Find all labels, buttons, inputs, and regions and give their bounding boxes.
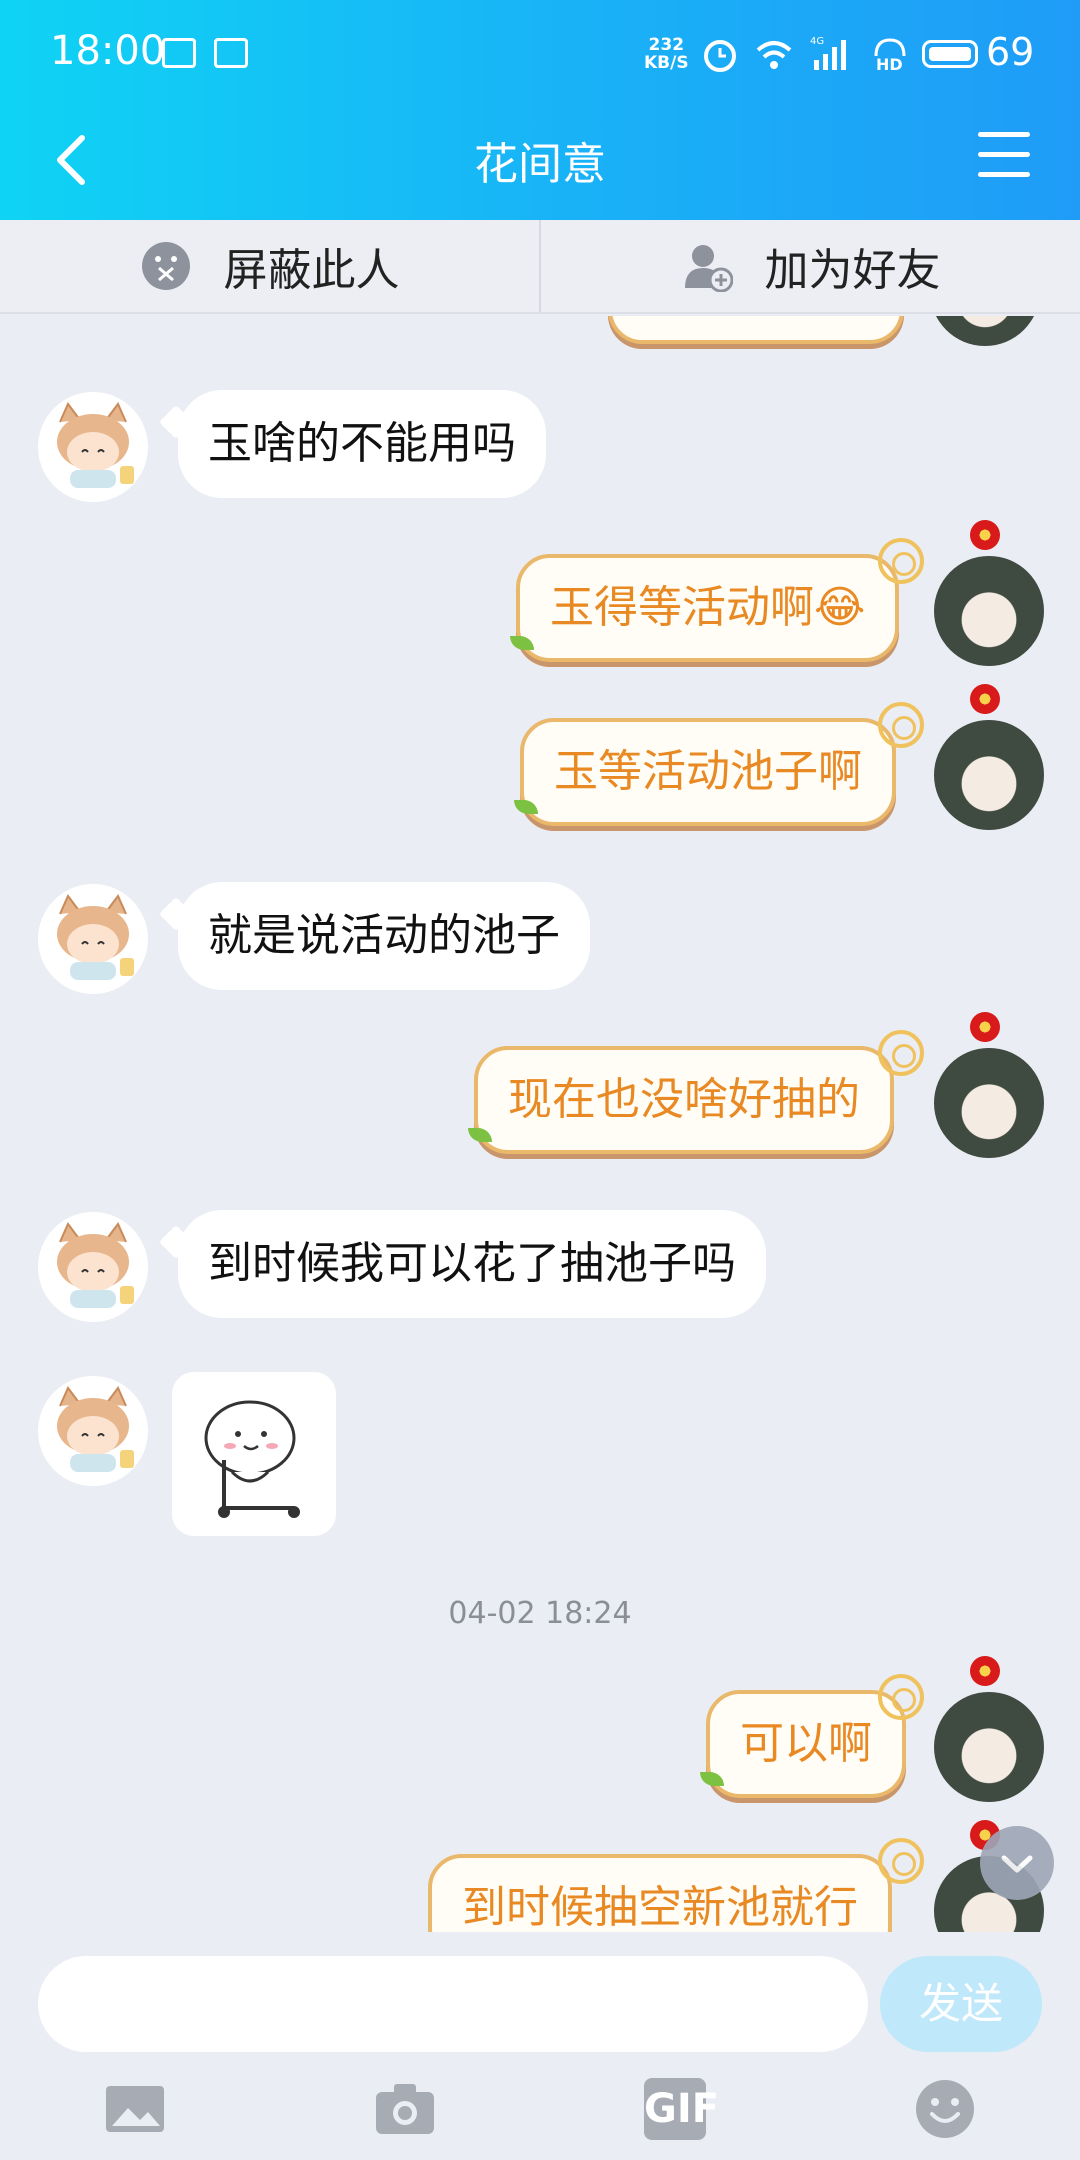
sun-decoration-icon [878,1838,924,1884]
block-user-label: 屏蔽此人 [223,245,400,296]
send-button[interactable]: 发送 [880,1956,1042,2052]
composer-bar: 发送 GIF [0,1932,1080,2160]
scooter-sticker-icon [204,1400,300,1518]
chat-bubble-right[interactable]: 可以啊 [706,1690,906,1798]
status-bar: 18:00 232 KB/S 4G HD 69 [0,0,1080,104]
message-input[interactable] [38,1956,868,2052]
app-notification-icon [162,38,196,68]
friend-avatar[interactable] [38,392,148,502]
hd-voice-icon: HD [874,38,906,74]
chat-bubble-left[interactable]: 就是说活动的池子 [178,882,590,990]
my-avatar[interactable] [934,1692,1044,1802]
chat-bubble-left[interactable]: 到时候我可以花了抽池子吗 [178,1210,766,1318]
chat-bubble-right[interactable]: 到时候抽空新池就行 [428,1854,892,1932]
my-avatar[interactable] [934,720,1044,830]
friend-avatar[interactable] [38,1376,148,1486]
chat-bubble-right[interactable]: 现在也没啥好抽的 [474,1046,894,1154]
battery-level: 69 [986,30,1035,74]
chevron-down-icon [1001,1855,1033,1873]
composer-tools: GIF [0,2072,1080,2152]
my-avatar[interactable] [934,1048,1044,1158]
status-time: 18:00 [50,28,166,74]
scroll-to-bottom-button[interactable] [980,1826,1054,1900]
image-icon[interactable] [104,2078,166,2140]
friend-avatar[interactable] [38,884,148,994]
menu-icon[interactable] [978,132,1030,180]
cat-boy-avatar-icon [57,402,134,488]
page-title: 花间意 [474,139,606,190]
sun-decoration-icon [878,538,924,584]
sun-decoration-icon [878,702,924,748]
flower-icon [970,1656,1000,1686]
block-face-icon [141,242,190,290]
chat-bubble-left[interactable]: 玉啥的不能用吗 [178,390,546,498]
flower-icon [970,1012,1000,1042]
cell-signal-icon: 4G [810,36,846,70]
chat-area[interactable]: 玉啥的不能用吗 玉得等活动啊😂 玉等活动池子啊 就是说活动的池子 现在也没啥好抽… [0,316,1080,1932]
chat-bubble-right[interactable]: 玉得等活动啊😂 [516,554,900,662]
svg-text:4G: 4G [810,36,824,47]
add-friend-icon [684,245,733,292]
image-notification-icon [214,38,248,68]
nav-bar: 花间意 [0,104,1080,220]
sticker-message[interactable] [172,1372,336,1536]
friend-avatar[interactable] [38,1212,148,1322]
cat-boy-avatar-icon [57,1222,134,1308]
cat-boy-avatar-icon [57,1386,134,1472]
sun-decoration-icon [878,1030,924,1076]
network-speed: 232 KB/S [644,35,689,73]
battery-icon [922,40,978,68]
add-friend-button[interactable]: 加为好友 [541,220,1080,312]
app-header: 18:00 232 KB/S 4G HD 69 花间意 [0,0,1080,220]
chat-bubble-partial [608,316,904,344]
chat-bubble-right[interactable]: 玉等活动池子啊 [520,718,896,826]
block-user-button[interactable]: 屏蔽此人 [0,220,541,312]
gif-button[interactable]: GIF [644,2078,719,2140]
message-timestamp: 04-02 18:24 [448,1596,632,1631]
sun-decoration-icon [878,1674,924,1720]
action-bar: 屏蔽此人 加为好友 [0,220,1080,314]
emoji-icon[interactable] [914,2078,976,2140]
cat-boy-avatar-icon [57,894,134,980]
add-friend-label: 加为好友 [764,245,941,296]
svg-text:HD: HD [876,55,903,74]
my-avatar[interactable] [934,556,1044,666]
flower-icon [970,684,1000,714]
flower-icon [970,520,1000,550]
camera-icon[interactable] [374,2078,436,2140]
wifi-icon [756,41,792,69]
alarm-icon [704,40,736,72]
my-avatar[interactable] [930,316,1040,346]
